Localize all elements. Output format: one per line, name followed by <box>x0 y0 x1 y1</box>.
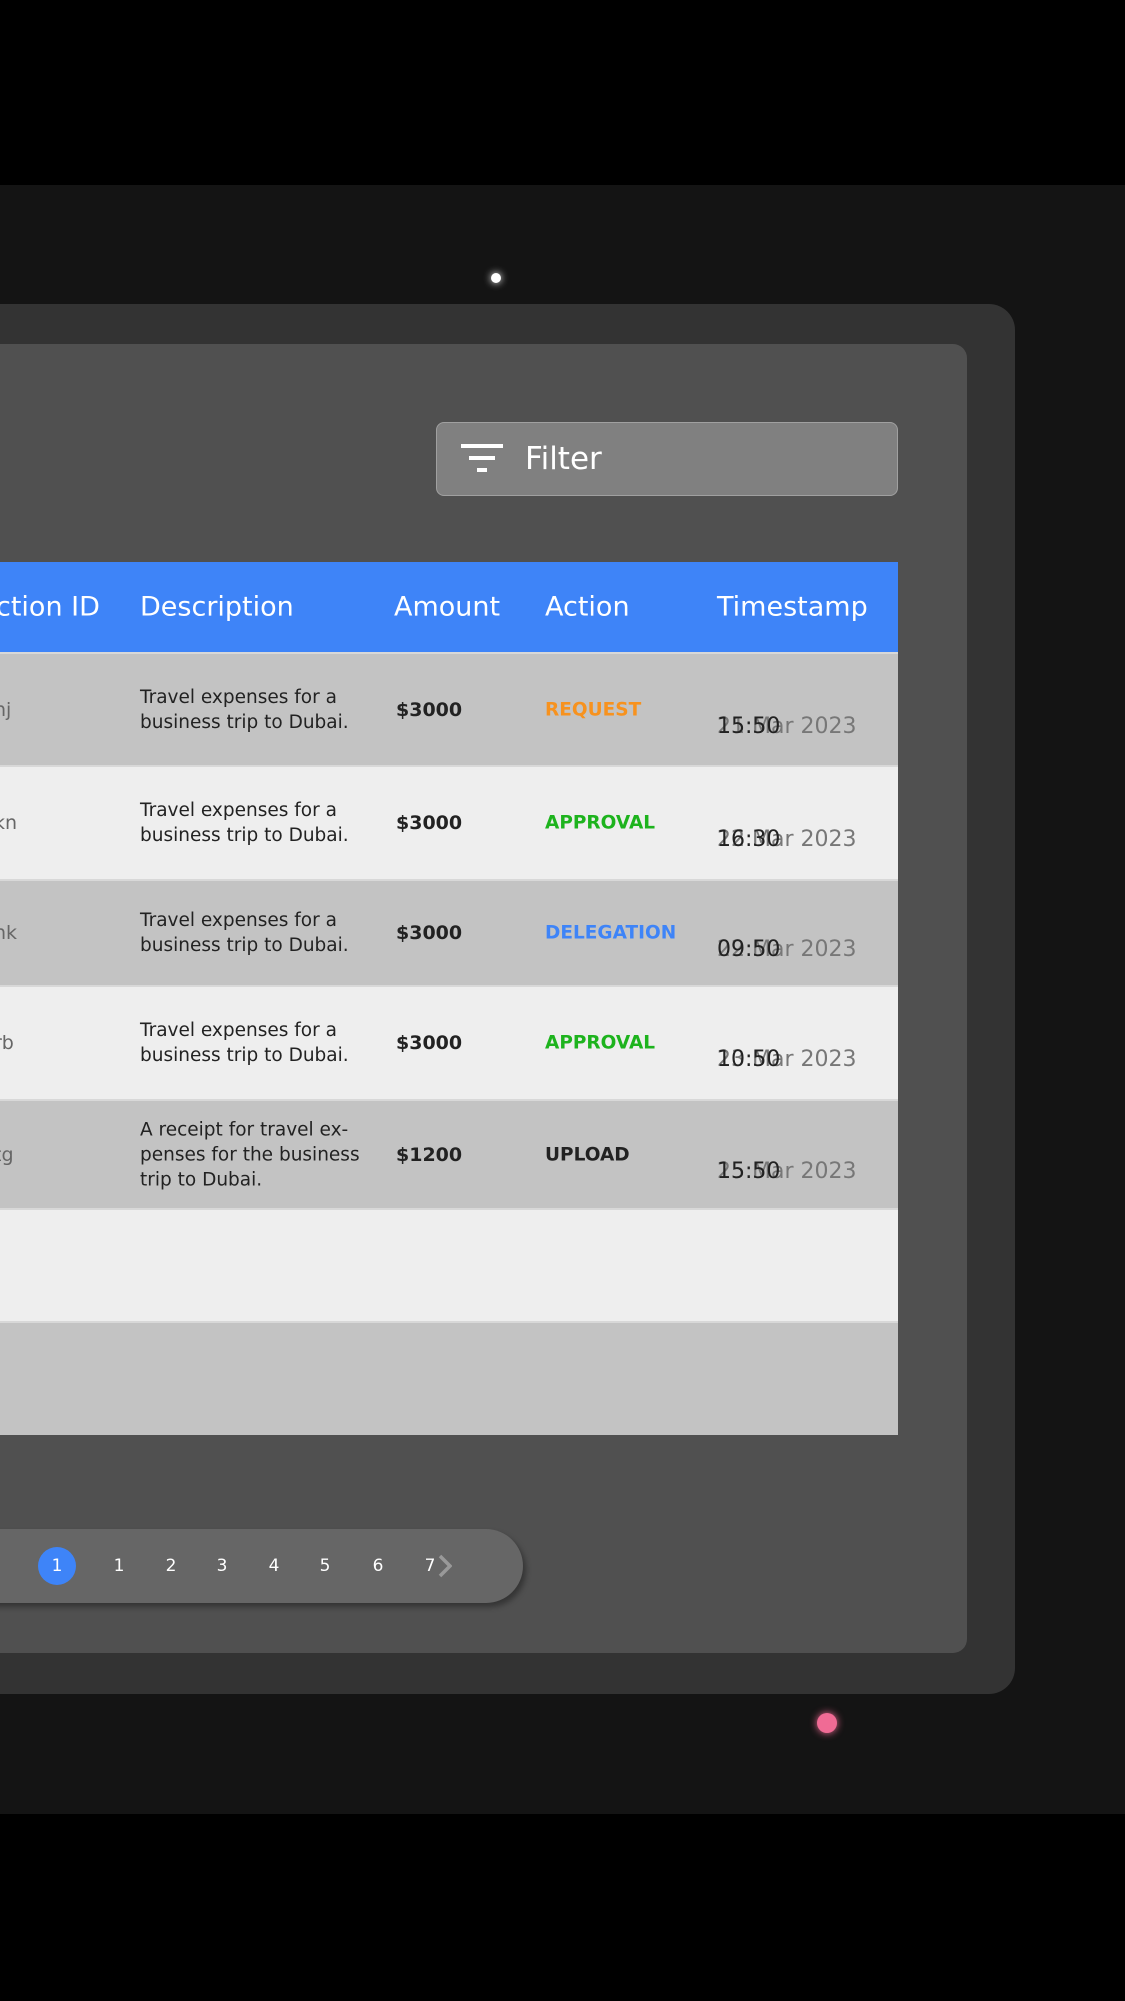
transaction-id: rb <box>0 1032 14 1054</box>
pagination: 1 1 2 3 4 5 6 7 <box>0 1529 523 1603</box>
table-row[interactable]: nj Travel expenses for a business trip t… <box>0 652 898 765</box>
transaction-id: nk <box>0 922 18 944</box>
header-amount[interactable]: Amount <box>394 592 500 623</box>
timestamp-time: 15:50 <box>717 713 781 739</box>
page-current[interactable]: 1 <box>38 1547 76 1585</box>
transaction-id: kn <box>0 812 18 834</box>
description: Travel expenses for a business trip to D… <box>140 686 349 733</box>
table-row[interactable]: rb Travel expenses for a business trip t… <box>0 985 898 1099</box>
amount: $1200 <box>396 1143 463 1166</box>
amount: $3000 <box>396 812 463 834</box>
action-label: APPROVAL <box>545 812 656 834</box>
description: A receipt for travel ex-penses for the b… <box>140 1119 360 1190</box>
table-row[interactable]: nk Travel expenses for a business trip t… <box>0 879 898 985</box>
amount: $3000 <box>396 698 463 721</box>
description: Travel expenses for a business trip to D… <box>140 1020 349 1066</box>
transactions-table: ction ID Description Amount Action Times… <box>0 562 898 1435</box>
description: Travel expenses for a business trip to D… <box>140 910 349 956</box>
header-transaction-id[interactable]: ction ID <box>0 592 100 623</box>
status-dot <box>817 1713 837 1733</box>
action-label: UPLOAD <box>545 1144 630 1165</box>
empty-row <box>0 1321 898 1435</box>
amount: $3000 <box>396 1032 463 1054</box>
page-4[interactable]: 4 <box>269 1556 280 1576</box>
action-label: REQUEST <box>545 699 642 720</box>
page-1[interactable]: 1 <box>114 1556 125 1576</box>
header-description[interactable]: Description <box>140 592 294 623</box>
filter-label: Filter <box>525 441 602 477</box>
page-7[interactable]: 7 <box>425 1556 436 1576</box>
action-label: APPROVAL <box>545 1032 656 1054</box>
timestamp-time: 10:50 <box>717 1047 781 1072</box>
transaction-id: tg <box>0 1143 14 1166</box>
filter-button[interactable]: Filter <box>436 422 898 496</box>
table-row[interactable]: tg A receipt for travel ex-penses for th… <box>0 1099 898 1208</box>
header-action[interactable]: Action <box>545 592 630 623</box>
page-2[interactable]: 2 <box>166 1556 177 1576</box>
filter-icon <box>461 444 503 472</box>
action-label: DELEGATION <box>545 922 677 944</box>
transaction-id: nj <box>0 698 12 721</box>
table-row[interactable]: kn Travel expenses for a business trip t… <box>0 765 898 879</box>
table-header: ction ID Description Amount Action Times… <box>0 562 898 652</box>
empty-row <box>0 1208 898 1321</box>
header-timestamp[interactable]: Timestamp <box>717 592 868 623</box>
timestamp-time: 16:30 <box>717 827 781 852</box>
chevron-right-icon[interactable] <box>438 1554 452 1578</box>
timestamp-time: 15:50 <box>717 1158 781 1184</box>
indicator-dot <box>491 273 501 283</box>
page-5[interactable]: 5 <box>320 1556 331 1576</box>
amount: $3000 <box>396 922 463 944</box>
timestamp-time: 09:50 <box>717 937 781 962</box>
page-6[interactable]: 6 <box>373 1556 384 1576</box>
description: Travel expenses for a business trip to D… <box>140 800 349 846</box>
page-3[interactable]: 3 <box>217 1556 228 1576</box>
